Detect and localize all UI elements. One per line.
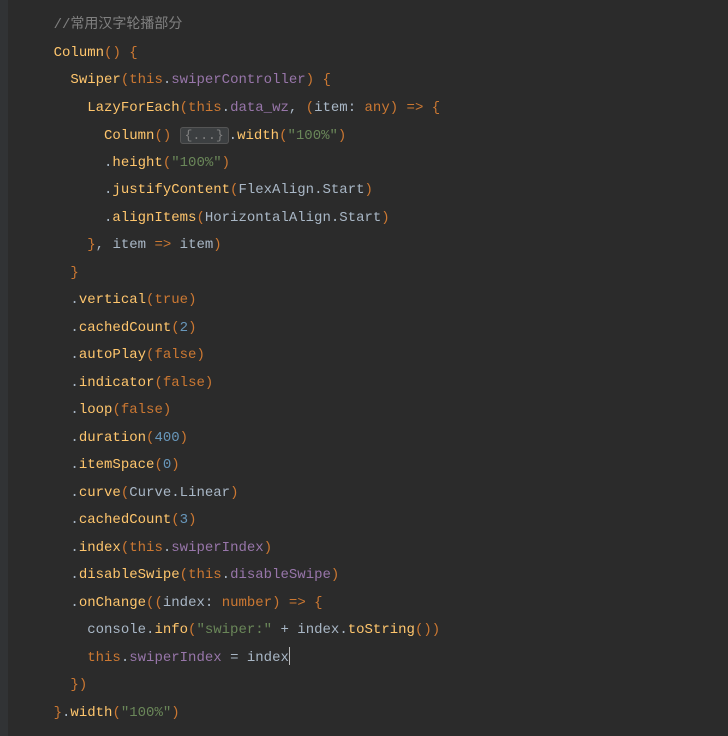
code-line: .alignItems(HorizontalAlign.Start) [20, 205, 728, 233]
code-line: }, item => item) [20, 232, 728, 260]
code-line: }) [20, 672, 728, 700]
code-line: .cachedCount(3) [20, 507, 728, 535]
code-line: LazyForEach(this.data_wz, (item: any) =>… [20, 95, 728, 123]
text-cursor [289, 647, 290, 665]
code-line: //常用汉字轮播部分 [20, 12, 728, 40]
code-line: } [20, 260, 728, 288]
code-line: .curve(Curve.Linear) [20, 480, 728, 508]
code-line: .autoPlay(false) [20, 342, 728, 370]
code-line: .cachedCount(2) [20, 315, 728, 343]
code-line: .indicator(false) [20, 370, 728, 398]
code-line: Column() { [20, 40, 728, 68]
code-line: .index(this.swiperIndex) [20, 535, 728, 563]
code-line: }.width("100%") [20, 700, 728, 728]
code-line: .onChange((index: number) => { [20, 590, 728, 618]
code-line: this.swiperIndex = index [20, 645, 728, 673]
code-line: .duration(400) [20, 425, 728, 453]
code-line: console.info("swiper:" + index.toString(… [20, 617, 728, 645]
folded-block[interactable]: {...} [180, 127, 229, 144]
code-line: Column() {...}.width("100%") [20, 122, 728, 150]
code-line: .justifyContent(FlexAlign.Start) [20, 177, 728, 205]
comment: //常用汉字轮播部分 [54, 17, 183, 33]
code-line: Swiper(this.swiperController) { [20, 67, 728, 95]
code-line: .loop(false) [20, 397, 728, 425]
code-editor[interactable]: //常用汉字轮播部分 Column() { Swiper(this.swiper… [0, 0, 728, 736]
code-line: .itemSpace(0) [20, 452, 728, 480]
code-line: .vertical(true) [20, 287, 728, 315]
code-line: .disableSwipe(this.disableSwipe) [20, 562, 728, 590]
code-line: .height("100%") [20, 150, 728, 178]
